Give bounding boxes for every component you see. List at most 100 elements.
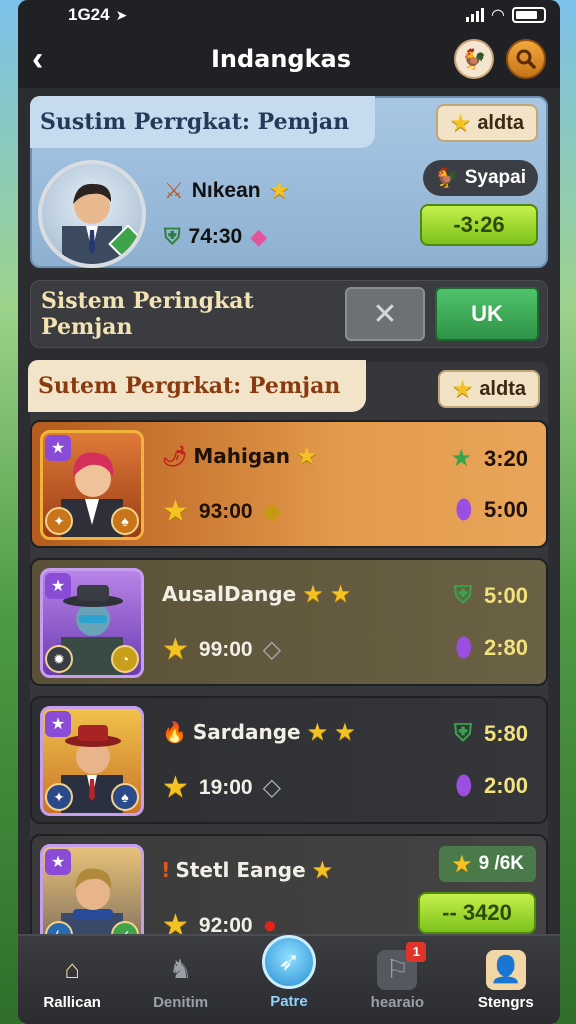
featured-aldta-chip[interactable]: ★ aldta — [435, 104, 538, 142]
nav-item-hearaio[interactable]: ⚐ 1 hearaio — [352, 941, 442, 1011]
nav-item-patre[interactable]: ➶ Patre — [244, 934, 334, 1010]
stat-bottom: 2:00 — [483, 773, 528, 798]
stat-bottom: 2:80 — [483, 635, 528, 660]
star-icon: ★ — [311, 856, 334, 884]
player-name: Stetl Eange — [175, 858, 306, 882]
confirm-bar: Sistem Peringkat Pemjan ✕ UK — [30, 280, 548, 348]
player-score: 93:00 — [198, 499, 253, 523]
featured-card-title: Sustim Perrgkat: Pemjan — [30, 96, 376, 148]
player-name: Mahigan — [193, 444, 290, 468]
top-header: ‹ Indangkas 🐓 — [18, 30, 560, 88]
featured-player-name: Nıkean — [191, 178, 261, 202]
nav-label: hearaio — [370, 993, 425, 1011]
nav-item-denitim[interactable]: ♞ Denitim — [136, 950, 226, 1011]
star-icon: ★ — [451, 375, 474, 403]
chili-icon: 🌶 — [162, 444, 188, 468]
signal-icon — [465, 8, 484, 22]
bottom-nav: ⌂ Rallican ♞ Denitim ➶ Patre ⚐ 1 hearaio… — [18, 934, 560, 1024]
player-name: Sardange — [192, 720, 301, 744]
player-score: 99:00 — [198, 637, 253, 661]
player-portrait: ★ ✦ ♠ — [40, 430, 144, 540]
leaderboard-title: Sutem Pergrkat: Pemjan — [28, 360, 367, 412]
element-badge-icon: ♠ — [111, 507, 139, 535]
rank-star-badge-icon: ★ — [45, 849, 71, 875]
featured-action-button[interactable]: -3:26 — [420, 204, 538, 246]
rank-star-badge-icon: ★ — [45, 435, 71, 461]
featured-player-card[interactable]: Sustim Perrgkat: Pemjan ★ aldta ⚔ Nıkean… — [30, 96, 548, 268]
player-name: AusalDange — [162, 582, 297, 606]
app-window: 1G24 ➤ ◠ ‹ Indangkas 🐓 Sustim Perrgkat: … — [18, 0, 560, 1024]
nav-label: Rallican — [43, 993, 101, 1011]
purple-gem-icon: ⬮ — [455, 770, 472, 800]
search-button[interactable] — [505, 39, 546, 79]
nav-label: Patre — [270, 992, 308, 1010]
star-icon: ★ — [162, 771, 189, 804]
wifi-icon: ◠ — [491, 7, 504, 24]
location-arrow-icon: ➤ — [115, 6, 128, 23]
featured-player-score: 74:30 — [188, 225, 243, 248]
shield-emblem-icon: ⛨ — [164, 224, 181, 249]
star-icon: ★ — [162, 633, 189, 666]
home-icon: ⌂ — [64, 954, 81, 984]
pink-gem-icon: ◆ — [250, 224, 268, 249]
stat-chip: ★ 9 /6K — [439, 846, 536, 882]
featured-player-avatar — [38, 160, 146, 268]
nav-item-stengrs[interactable]: 👤 Stengrs — [461, 949, 551, 1011]
silver-gem-icon: ◇ — [262, 636, 282, 663]
battery-icon — [512, 7, 546, 23]
cancel-button[interactable]: ✕ — [345, 287, 425, 341]
gold-gem-icon: ◆ — [262, 498, 282, 525]
stat-top: 9 /6K — [478, 853, 524, 874]
flame-icon: 🔥 — [162, 720, 187, 744]
star-icon: ★ — [302, 580, 324, 608]
purple-gem-icon: ⬮ — [455, 494, 472, 524]
player-score: 19:00 — [198, 775, 253, 799]
search-icon — [516, 49, 536, 69]
nav-label: Stengrs — [477, 993, 534, 1011]
side-chip[interactable]: 🐓 Syapai — [423, 160, 538, 196]
star-icon: ★ — [162, 495, 189, 528]
class-badge-icon: ✦ — [45, 783, 73, 811]
ok-button[interactable]: UK — [435, 287, 539, 341]
purple-gem-icon: ⬮ — [455, 632, 472, 662]
leaderboard-row[interactable]: ★ ✦ ♠ 🔥 Sardange ★ ★ ★ 19:00 ◇ ⛨ 5:80 ⬮ … — [30, 696, 548, 824]
horse-icon: ♞ — [168, 954, 193, 984]
star-icon: ★ — [306, 718, 329, 746]
leaderboard-chip-label: aldta — [479, 377, 526, 400]
status-time: 1G24 — [68, 5, 110, 24]
green-emblem-icon: ⛨ — [453, 582, 472, 609]
status-bar: 1G24 ➤ ◠ — [18, 0, 560, 30]
player-portrait: ★ ✹ ◔ — [40, 568, 144, 678]
star-icon: ★ — [449, 109, 472, 137]
class-badge-icon: ✦ — [45, 507, 73, 535]
star-icon: ★ — [295, 442, 318, 470]
leaderboard-aldta-chip[interactable]: ★ aldta — [437, 370, 540, 408]
stat-bottom-button[interactable]: -- 3420 — [418, 892, 536, 934]
stat-top: 5:00 — [483, 583, 528, 608]
star-icon: ★ — [329, 580, 352, 608]
leaderboard-row[interactable]: ★ ✹ ◔ AusalDange ★ ★ ★ 99:00 ◇ ⛨ 5:00 ⬮ … — [30, 558, 548, 686]
class-badge-icon: ✹ — [45, 645, 73, 673]
star-icon: ★ — [334, 718, 356, 746]
side-chip-label: Syapai — [464, 167, 526, 188]
profile-settings-icon: 👤 — [485, 949, 526, 990]
featured-chip-label: aldta — [477, 111, 524, 134]
green-emblem-icon: ⛨ — [453, 720, 472, 747]
star-icon: ★ — [451, 850, 473, 878]
back-button[interactable]: ‹ — [32, 42, 68, 76]
rooster-profile-button[interactable]: 🐓 — [453, 39, 494, 79]
nav-item-rallican[interactable]: ⌂ Rallican — [27, 950, 117, 1011]
leaderboard-row[interactable]: ★ ✦ ♠ 🌶 Mahigan ★ ★ 93:00 ◆ ★ 3:20 ⬮ 5:0… — [30, 420, 548, 548]
torch-icon: ǃ — [162, 858, 170, 882]
stat-top: 3:20 — [483, 445, 528, 471]
active-tab-icon: ➶ — [261, 934, 316, 989]
element-badge-icon: ◔ — [111, 645, 139, 673]
rank-star-badge-icon: ★ — [45, 573, 71, 599]
confirm-bar-title: Sistem Peringkat Pemjan — [41, 288, 254, 340]
page-title: Indangkas — [210, 45, 352, 73]
rooster-icon: 🐓 — [435, 168, 459, 189]
leaderboard: Sutem Pergrkat: Pemjan ★ aldta ★ ✦ ♠ 🌶 M… — [28, 360, 548, 962]
rank-star-badge-icon: ★ — [45, 711, 71, 737]
nav-label: Denitim — [153, 993, 209, 1011]
silver-gem-icon: ◇ — [262, 774, 282, 801]
